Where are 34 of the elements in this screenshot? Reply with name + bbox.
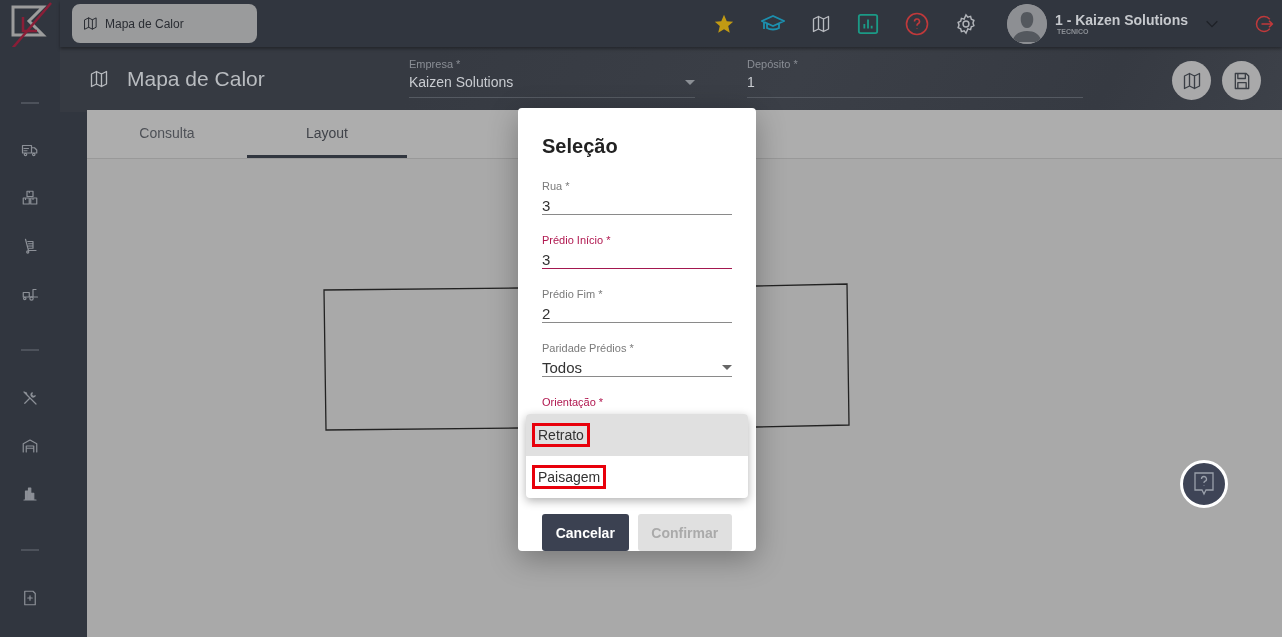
input-field[interactable]: Prédio Fim * 2 (542, 288, 732, 323)
add-document-icon[interactable] (21, 589, 39, 607)
help-icon[interactable] (905, 11, 929, 36)
logout-icon[interactable] (1254, 13, 1274, 34)
user-name: 1 - Kaizen Solutions (1055, 12, 1188, 28)
report-chart-icon[interactable] (857, 12, 879, 35)
dropdown-option[interactable]: Retrato (526, 414, 748, 456)
map-icon (1181, 70, 1202, 91)
input-field[interactable]: Rua * 3 (542, 180, 732, 215)
depot-field[interactable]: Depósito * 1 (747, 58, 1083, 98)
map-icon (811, 13, 831, 34)
help-chat-icon (1192, 471, 1216, 497)
map-icon (83, 16, 98, 31)
warehouse-icon[interactable] (21, 437, 39, 455)
select-field[interactable]: Paridade Prédios * Todos (542, 342, 732, 377)
dropdown-arrow-icon (722, 365, 732, 370)
boxes-icon[interactable] (21, 189, 39, 207)
settings-icon[interactable] (955, 12, 977, 35)
bar-chart-icon[interactable] (21, 485, 39, 503)
save-button[interactable] (1222, 61, 1261, 100)
breadcrumb-tab[interactable]: Mapa de Calor (72, 4, 257, 43)
dropdown-option[interactable]: Paisagem (526, 456, 748, 498)
dropdown-arrow-icon (685, 79, 695, 85)
tab[interactable]: Consulta (87, 110, 247, 158)
map-icon (89, 69, 109, 89)
tab[interactable]: Layout (247, 110, 407, 158)
cancel-button[interactable]: Cancelar (542, 514, 629, 551)
company-select[interactable]: Empresa * Kaizen Solutions (409, 58, 695, 98)
page-title: Mapa de Calor (127, 67, 265, 91)
map-button[interactable] (1172, 61, 1211, 100)
input-field[interactable]: Prédio Início * 3 (542, 234, 732, 269)
avatar-icon[interactable] (1007, 3, 1047, 44)
dialog-title: Seleção (542, 135, 619, 158)
tools-icon[interactable] (21, 389, 39, 407)
